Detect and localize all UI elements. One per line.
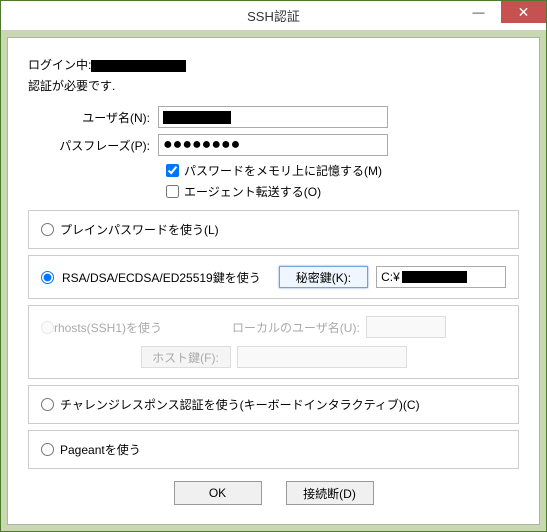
- challenge-radio[interactable]: [41, 398, 54, 411]
- rsa-key-radio[interactable]: [41, 271, 54, 284]
- agent-forward-label: エージェント転送する(O): [184, 183, 321, 200]
- agent-forward-row: エージェント転送する(O): [166, 183, 519, 200]
- remember-row: パスワードをメモリ上に記憶する(M): [166, 162, 519, 179]
- window-controls: — ✕: [456, 1, 546, 23]
- path-prefix: C:¥: [381, 270, 400, 284]
- challenge-section: チャレンジレスポンス認証を使う(キーボードインタラクティブ)(C): [28, 385, 519, 424]
- rsa-key-label: RSA/DSA/ECDSA/ED25519鍵を使う: [62, 269, 261, 286]
- rhosts-label: rhosts(SSH1)を使う: [54, 319, 162, 336]
- agent-forward-checkbox[interactable]: [166, 185, 179, 198]
- username-row: ユーザ名(N):: [28, 106, 519, 128]
- plain-password-section: プレインパスワードを使う(L): [28, 210, 519, 249]
- pageant-label: Pageantを使う: [60, 441, 141, 458]
- dialog-content: ログイン中: 認証が必要です. ユーザ名(N): パスフレーズ(P): ●●●●…: [7, 37, 540, 525]
- ok-button[interactable]: OK: [174, 481, 262, 505]
- rhosts-radio: [41, 321, 54, 334]
- titlebar: SSH認証 — ✕: [1, 1, 546, 31]
- rsa-key-section: RSA/DSA/ECDSA/ED25519鍵を使う 秘密鍵(K): C:¥: [28, 255, 519, 299]
- challenge-label: チャレンジレスポンス認証を使う(キーボードインタラクティブ)(C): [60, 396, 420, 413]
- window-title: SSH認証: [247, 6, 300, 25]
- login-prefix: ログイン中:: [28, 58, 91, 72]
- local-user-input: [366, 316, 446, 338]
- username-input[interactable]: [158, 106, 388, 128]
- button-row: OK 接続断(D): [28, 481, 519, 505]
- path-redacted: [402, 271, 467, 283]
- host-key-button: ホスト鍵(F):: [141, 346, 231, 368]
- minimize-button[interactable]: —: [456, 1, 501, 23]
- rhosts-section: rhosts(SSH1)を使う ローカルのユーザ名(U): ホスト鍵(F):: [28, 305, 519, 379]
- passphrase-row: パスフレーズ(P): ●●●●●●●●: [28, 134, 519, 156]
- pageant-section: Pageantを使う: [28, 430, 519, 469]
- ssh-auth-window: SSH認証 — ✕ ログイン中: 認証が必要です. ユーザ名(N): パスフレー…: [0, 0, 547, 532]
- pageant-radio[interactable]: [41, 443, 54, 456]
- plain-password-label: プレインパスワードを使う(L): [60, 221, 219, 238]
- login-line: ログイン中:: [28, 56, 519, 73]
- auth-required-text: 認証が必要です.: [28, 77, 519, 94]
- private-key-button[interactable]: 秘密鍵(K):: [279, 266, 368, 288]
- private-key-path-input[interactable]: C:¥: [376, 266, 506, 288]
- host-key-input: [237, 346, 407, 368]
- passphrase-input[interactable]: ●●●●●●●●: [158, 134, 388, 156]
- disconnect-button[interactable]: 接続断(D): [286, 481, 374, 505]
- login-host-redacted: [91, 60, 186, 72]
- local-user-label: ローカルのユーザ名(U):: [232, 319, 360, 336]
- remember-checkbox[interactable]: [166, 164, 179, 177]
- close-button[interactable]: ✕: [501, 1, 546, 23]
- plain-password-radio[interactable]: [41, 223, 54, 236]
- username-label: ユーザ名(N):: [28, 109, 158, 126]
- passphrase-label: パスフレーズ(P):: [28, 137, 158, 154]
- remember-label: パスワードをメモリ上に記憶する(M): [184, 162, 382, 179]
